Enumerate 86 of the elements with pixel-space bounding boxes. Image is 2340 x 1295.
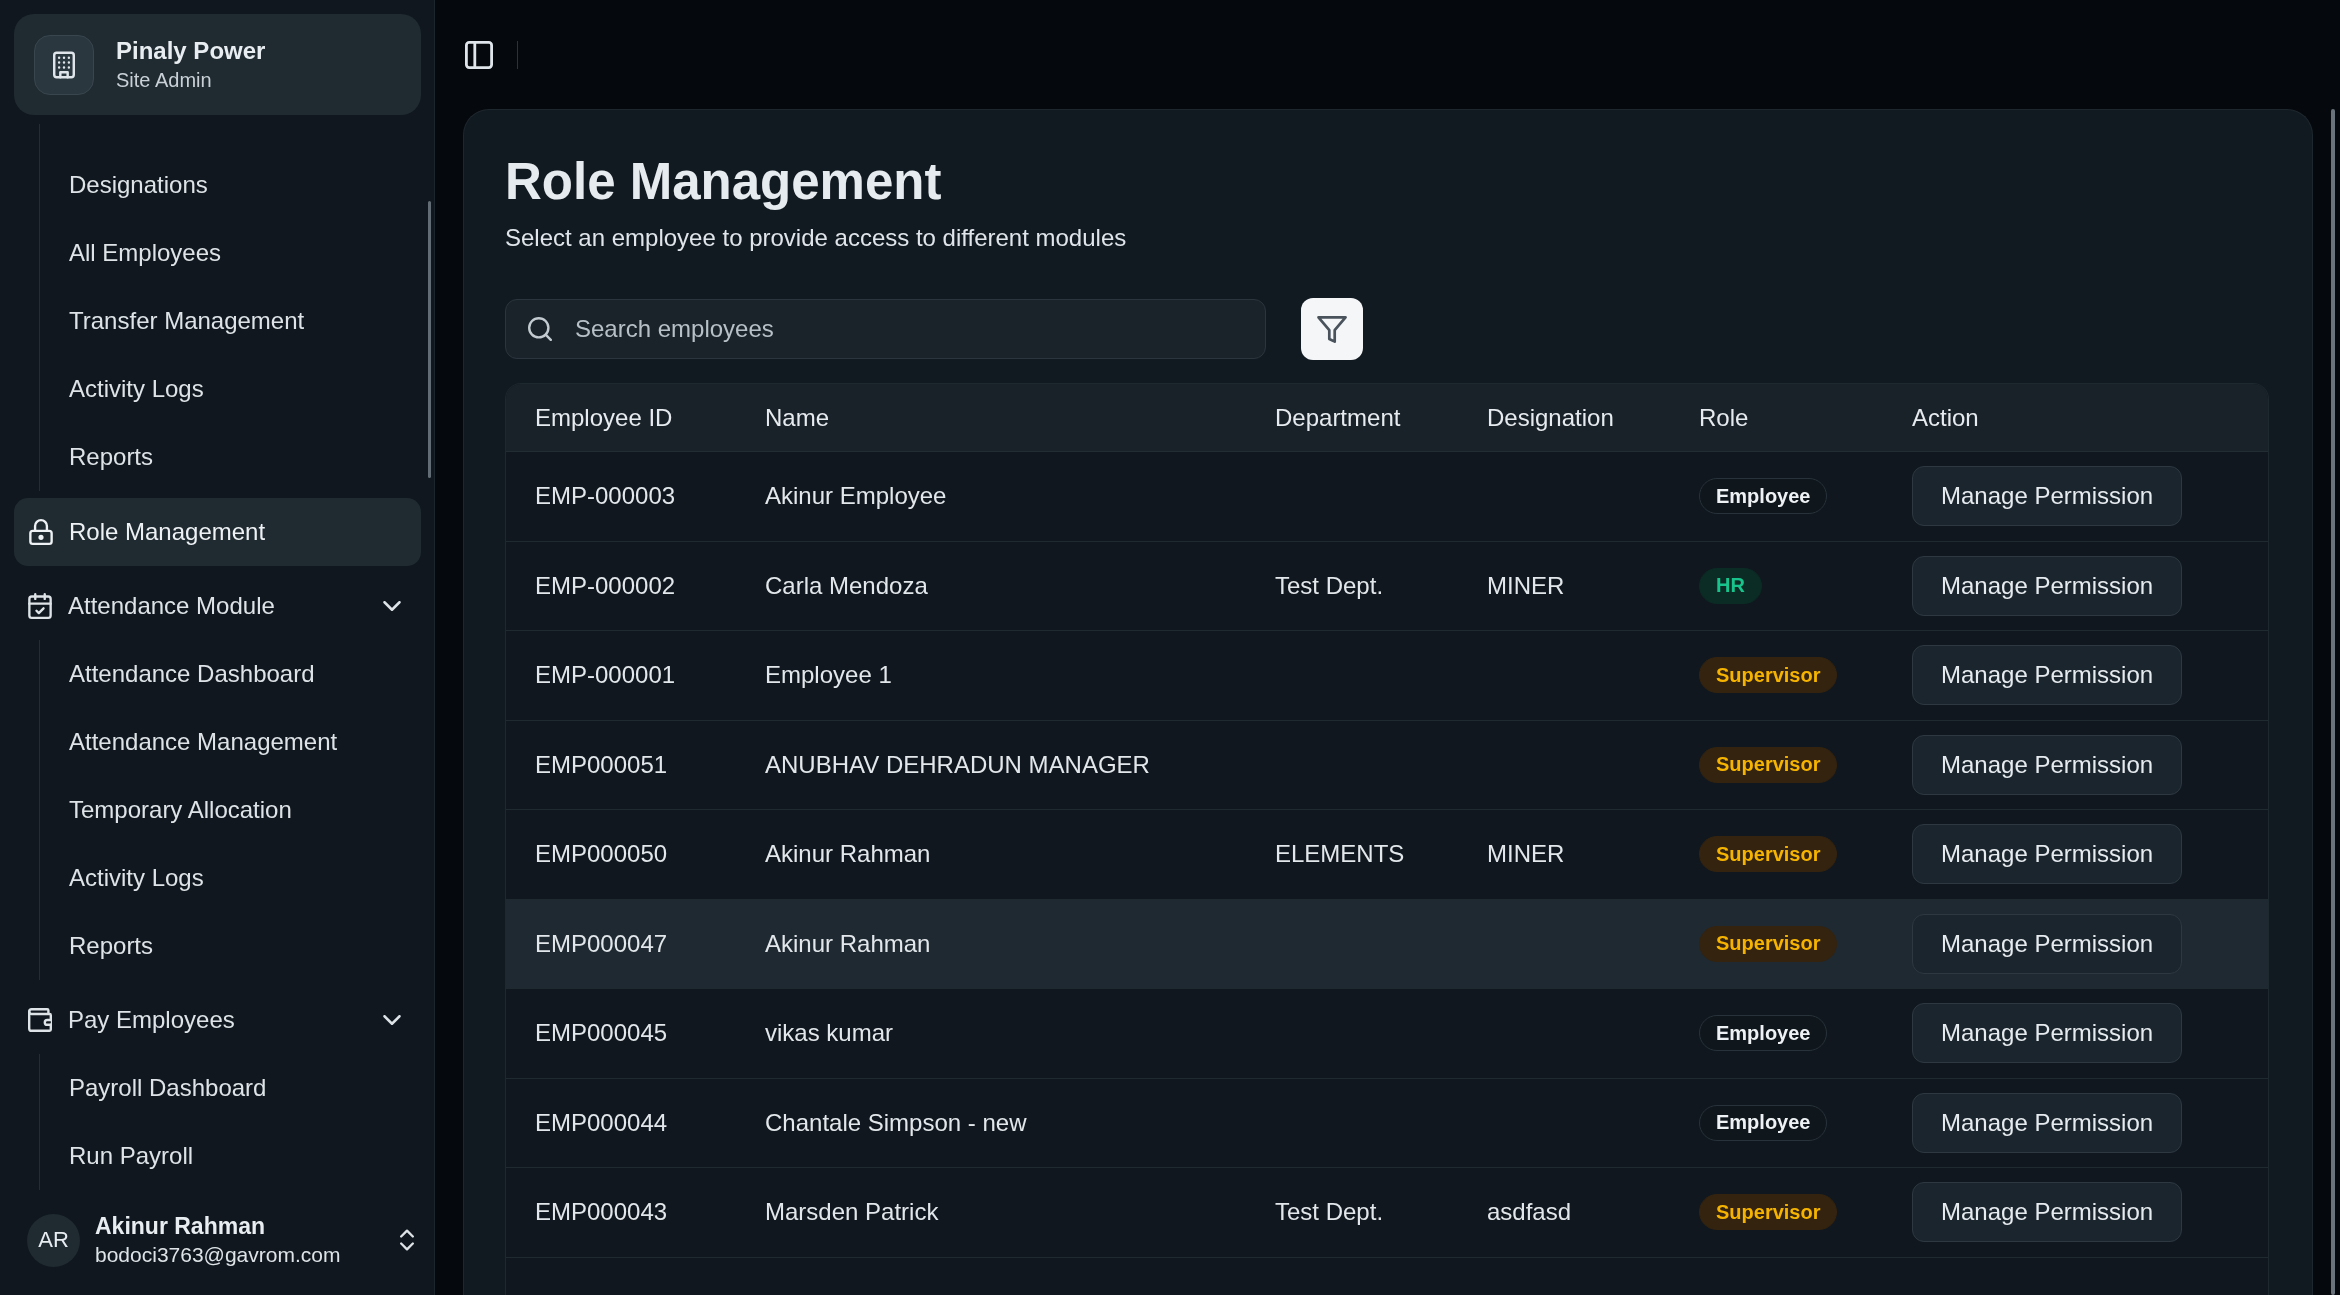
manage-permission-button[interactable]: Manage Permission [1912,1092,2183,1153]
search-field[interactable]: Search employees [505,299,1266,359]
table-cell: EMP-000002 [535,571,676,600]
role-badge: Supervisor [1699,657,1838,694]
sidebar-toggle-icon[interactable] [465,40,493,69]
chevron-down-icon [383,601,401,611]
org-name: Pinaly Power [116,37,266,65]
table-cell: MINER [1487,571,1565,600]
page-subtitle: Select an employee to provide access to different modules [505,223,1127,253]
table-cell: Employee 1 [765,661,892,690]
nav-link[interactable]: All Employees [61,235,230,271]
org-role: Site Admin [116,69,213,92]
manage-permission-button[interactable]: Manage Permission [1912,824,2183,885]
filter-icon [1317,315,1347,343]
manage-permission-button[interactable]: Manage Permission [1912,645,2183,706]
table-cell: asdfasd [1487,1198,1572,1227]
manage-permission-button[interactable]: Manage Permission [1912,913,2183,974]
scrollbar-thumb[interactable] [2331,109,2335,1295]
table-cell: MINER [1487,840,1565,869]
role-badge: Supervisor [1699,1194,1838,1231]
table-cell: Chantale Simpson - new [765,1108,1027,1137]
chevron-down-icon [383,1015,401,1025]
table-cell: EMP000047 [535,929,668,958]
manage-permission-button[interactable]: Manage Permission [1912,555,2183,616]
column-header: Name [765,403,830,432]
role-badge: Supervisor [1699,836,1838,873]
nav-link[interactable]: Temporary Allocation [61,792,300,828]
table-cell: EMP000050 [535,840,668,869]
nav-group[interactable]: Pay Employees [14,986,421,1054]
page-title: Role Management [505,152,942,212]
table-cell: ELEMENTS [1275,840,1405,869]
role-badge: Employee [1699,1104,1828,1141]
column-header: Role [1699,403,1749,432]
table-cell: Akinur Rahman [765,929,931,958]
manage-permission-button[interactable]: Manage Permission [1912,1003,2183,1064]
nav-link[interactable]: Payroll Dashboard [61,1070,275,1106]
calendar-check-icon [28,593,52,619]
table-row[interactable]: EMP000047 Akinur Rahman Supervisor Manage Permission [506,899,2268,989]
chevrons-up-down-icon[interactable] [400,1229,414,1251]
role-badge: HR [1699,567,1762,604]
wallet-icon [28,1007,52,1033]
table-cell: Akinur Employee [765,482,947,511]
nav-link[interactable]: Attendance Management [61,724,346,760]
nav-link[interactable]: Attendance Dashboard [61,656,323,692]
user-name: Akinur Rahman [95,1213,266,1240]
scrollbar-thumb[interactable] [428,201,431,478]
avatar[interactable]: AR [27,1213,80,1267]
table-cell: Test Dept. [1275,1198,1384,1227]
nav-link[interactable]: Designations [61,167,216,203]
nav-link[interactable]: Reports [61,928,162,964]
filter-button[interactable] [1301,298,1363,360]
nav-link[interactable]: Reports [61,439,162,475]
column-header: Employee ID [535,403,673,432]
table-cell: EMP000045 [535,1019,668,1048]
role-badge: Employee [1699,478,1828,515]
nav-link[interactable]: Role Management [14,498,421,566]
building-icon [34,34,94,95]
table-cell: Marsden Patrick [765,1198,939,1227]
table-cell: EMP000043 [535,1198,668,1227]
manage-permission-button[interactable]: Manage Permission [1912,1182,2183,1243]
nav-link[interactable]: Transfer Management [61,303,313,339]
table-cell: vikas kumar [765,1019,894,1048]
lock-icon [29,519,53,545]
org-card[interactable]: Pinaly Power Site Admin [14,14,421,115]
table-cell: EMP000044 [535,1108,668,1137]
table-cell: ANUBHAV DEHRADUN MANAGER [765,750,1150,779]
table-cell: EMP-000001 [535,661,676,690]
nav-link[interactable]: Run Payroll [61,1138,202,1174]
table-cell: Test Dept. [1275,571,1384,600]
nav-link[interactable]: Activity Logs [61,860,212,896]
column-header: Action [1912,403,1979,432]
manage-permission-button[interactable]: Manage Permission [1912,466,2183,527]
search-icon [528,317,552,341]
role-badge: Supervisor [1699,925,1838,962]
nav-link[interactable]: Activity Logs [61,371,212,407]
manage-permission-button[interactable]: Manage Permission [1912,734,2183,795]
column-header: Department [1275,403,1401,432]
table-cell: EMP-000003 [535,482,676,511]
user-email: bodoci3763@gavrom.com [95,1243,342,1267]
role-badge: Employee [1699,1015,1828,1052]
table-cell: Akinur Rahman [765,840,931,869]
column-header: Designation [1487,403,1614,432]
table-cell: Carla Mendoza [765,571,928,600]
role-badge: Supervisor [1699,746,1838,783]
table-cell: EMP000051 [535,750,668,779]
nav-group[interactable]: Attendance Module [14,572,421,640]
